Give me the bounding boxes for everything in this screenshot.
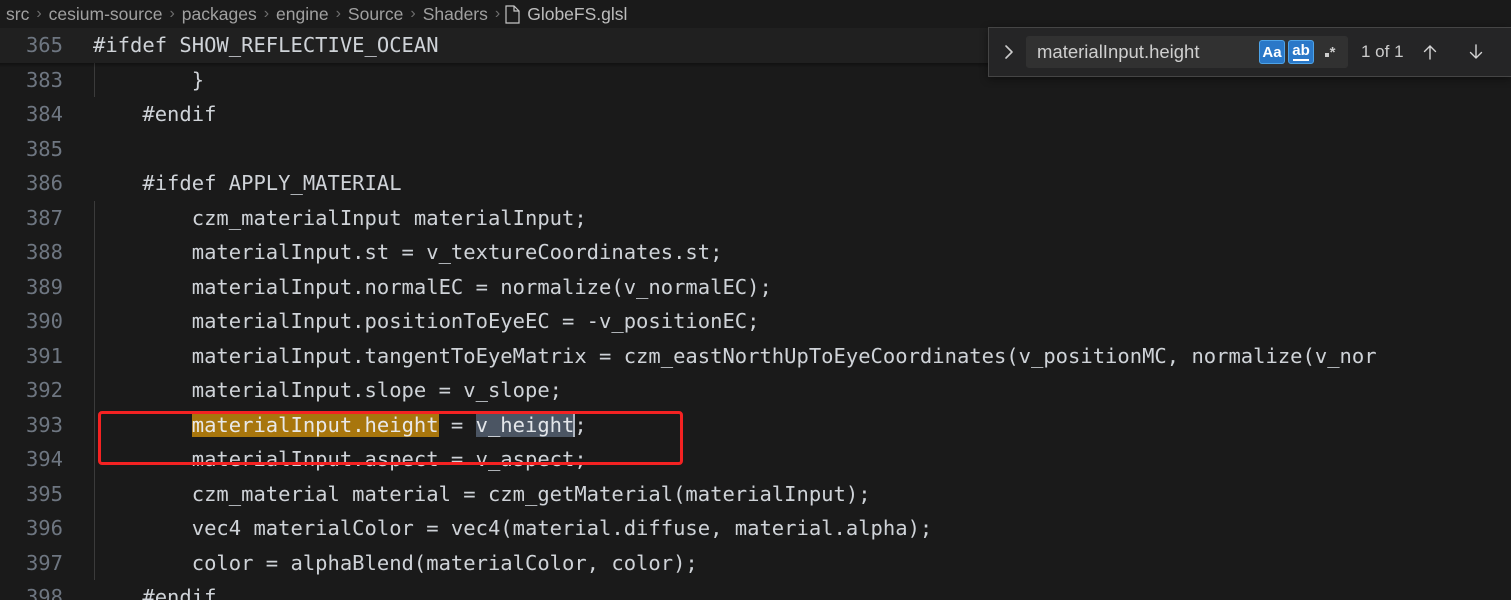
breadcrumb-file-label: GlobeFS.glsl — [527, 3, 628, 24]
breadcrumb-separator: › — [410, 5, 416, 22]
line-number: 395 — [25, 481, 63, 506]
line-text: } — [93, 67, 205, 92]
breadcrumb-separator: › — [169, 5, 175, 22]
file-icon — [505, 4, 520, 24]
code-line[interactable]: 389 materialInput.normalEC = normalize(v… — [0, 269, 1511, 304]
whole-word-label: ab — [1292, 42, 1310, 60]
line-text: materialInput.st = v_textureCoordinates.… — [93, 240, 723, 264]
breadcrumb-item-cesium-source[interactable]: cesium-source — [47, 4, 165, 25]
whole-word-glyph: ab — [1292, 43, 1310, 61]
regex-glyph: * — [1324, 43, 1336, 61]
arrow-up-icon[interactable] — [1417, 39, 1443, 65]
line-number: 388 — [25, 240, 63, 264]
code-line[interactable]: 392 materialInput.slope = v_slope; — [0, 373, 1511, 408]
code-line[interactable]: 386 #ifdef APPLY_MATERIAL — [0, 166, 1511, 201]
line-number: 398 — [25, 585, 63, 600]
line-number: 390 — [25, 309, 63, 333]
regex-toggle[interactable]: * — [1317, 40, 1343, 64]
code-line[interactable]: 388 materialInput.st = v_textureCoordina… — [0, 235, 1511, 270]
breadcrumb-separator: › — [36, 5, 42, 22]
match-count-label: 1 of 1 — [1361, 42, 1404, 61]
line-text: #endif — [93, 585, 217, 600]
line-text: #ifdef APPLY_MATERIAL — [93, 171, 402, 195]
breadcrumb-item-packages[interactable]: packages — [180, 4, 259, 25]
vscode-editor-window: src › cesium-source › packages › engine … — [0, 0, 1511, 600]
find-navigation — [1417, 39, 1511, 65]
line-number: 387 — [25, 205, 63, 230]
line-text: materialInput.positionToEyeEC = -v_posit… — [93, 309, 760, 333]
find-option-buttons: Aa ab * — [1259, 40, 1343, 64]
line-number: 396 — [25, 516, 63, 540]
line-number: 392 — [25, 378, 63, 402]
breadcrumb-separator: › — [335, 5, 341, 22]
line-text: color = alphaBlend(materialColor, color)… — [93, 550, 698, 575]
regex-dot — [1324, 52, 1329, 57]
regex-star: * — [1329, 43, 1336, 61]
code-line[interactable]: 391 materialInput.tangentToEyeMatrix = c… — [0, 338, 1511, 373]
line-number: 394 — [25, 447, 63, 471]
line-operator: = — [438, 412, 476, 437]
code-line[interactable]: 385 — [0, 132, 1511, 167]
breadcrumb: src › cesium-source › packages › engine … — [0, 0, 1511, 28]
line-text: #endif — [93, 102, 217, 126]
code-line[interactable]: 398 #endif — [0, 580, 1511, 600]
whole-word-toggle[interactable]: ab — [1288, 40, 1314, 64]
code-line[interactable]: 387 czm_materialInput materialInput; — [0, 200, 1511, 235]
line-number: 386 — [25, 171, 63, 195]
line-text: materialInput.normalEC = normalize(v_nor… — [93, 274, 772, 299]
breadcrumb-separator: › — [494, 5, 501, 22]
code-line[interactable]: 395 czm_material material = czm_getMater… — [0, 476, 1511, 511]
breadcrumb-separator: › — [263, 5, 270, 22]
code-line[interactable]: 394 materialInput.aspect = v_aspect; — [0, 442, 1511, 477]
text-selection: v_height — [475, 412, 575, 437]
find-input[interactable]: materialInput.height — [1037, 41, 1259, 63]
line-number: 397 — [25, 550, 63, 575]
code-line-active[interactable]: 393 materialInput.height = v_height; — [0, 407, 1511, 443]
code-editor[interactable]: 365 #ifdef SHOW_REFLECTIVE_OCEAN 383 } 3… — [0, 28, 1511, 600]
code-line[interactable]: 384 #endif — [0, 97, 1511, 132]
line-text: materialInput.height = v_height; — [93, 408, 587, 443]
breadcrumb-item-engine[interactable]: engine — [274, 4, 331, 25]
line-text: materialInput.aspect = v_aspect; — [93, 447, 587, 471]
breadcrumb-item-src[interactable]: src — [4, 4, 31, 25]
code-line[interactable]: 396 vec4 materialColor = vec4(material.d… — [0, 511, 1511, 546]
code-line[interactable]: 397 color = alphaBlend(materialColor, co… — [0, 545, 1511, 580]
find-input-wrapper[interactable]: materialInput.height Aa ab * — [1026, 36, 1348, 68]
whole-word-underline — [1292, 59, 1309, 61]
line-number: 389 — [25, 274, 63, 299]
line-text: #ifdef SHOW_REFLECTIVE_OCEAN — [93, 33, 439, 57]
arrow-down-icon[interactable] — [1463, 39, 1489, 65]
find-widget[interactable]: materialInput.height Aa ab * 1 of 1 — [988, 27, 1511, 77]
line-text: vec4 materialColor = vec4(material.diffu… — [93, 516, 933, 540]
line-suffix: ; — [574, 412, 587, 437]
line-text: materialInput.tangentToEyeMatrix = czm_e… — [93, 343, 1377, 368]
line-number: 365 — [25, 33, 63, 57]
line-text: materialInput.slope = v_slope; — [93, 378, 562, 402]
line-text: czm_materialInput materialInput; — [93, 205, 587, 230]
match-case-toggle[interactable]: Aa — [1259, 40, 1285, 64]
line-text: czm_material material = czm_getMaterial(… — [93, 481, 871, 506]
code-lines-container: 383 } 384 #endif 385 386 #ifdef APPLY_MA… — [0, 62, 1511, 600]
search-match-highlight: materialInput.height — [191, 412, 439, 437]
breadcrumb-item-shaders[interactable]: Shaders — [421, 4, 490, 25]
line-number: 391 — [25, 343, 63, 368]
code-line[interactable]: 390 materialInput.positionToEyeEC = -v_p… — [0, 304, 1511, 339]
breadcrumb-item-file[interactable]: GlobeFS.glsl — [505, 4, 627, 25]
chevron-right-icon[interactable] — [997, 37, 1021, 67]
breadcrumb-item-source[interactable]: Source — [346, 4, 405, 25]
line-number: 393 — [25, 412, 63, 437]
